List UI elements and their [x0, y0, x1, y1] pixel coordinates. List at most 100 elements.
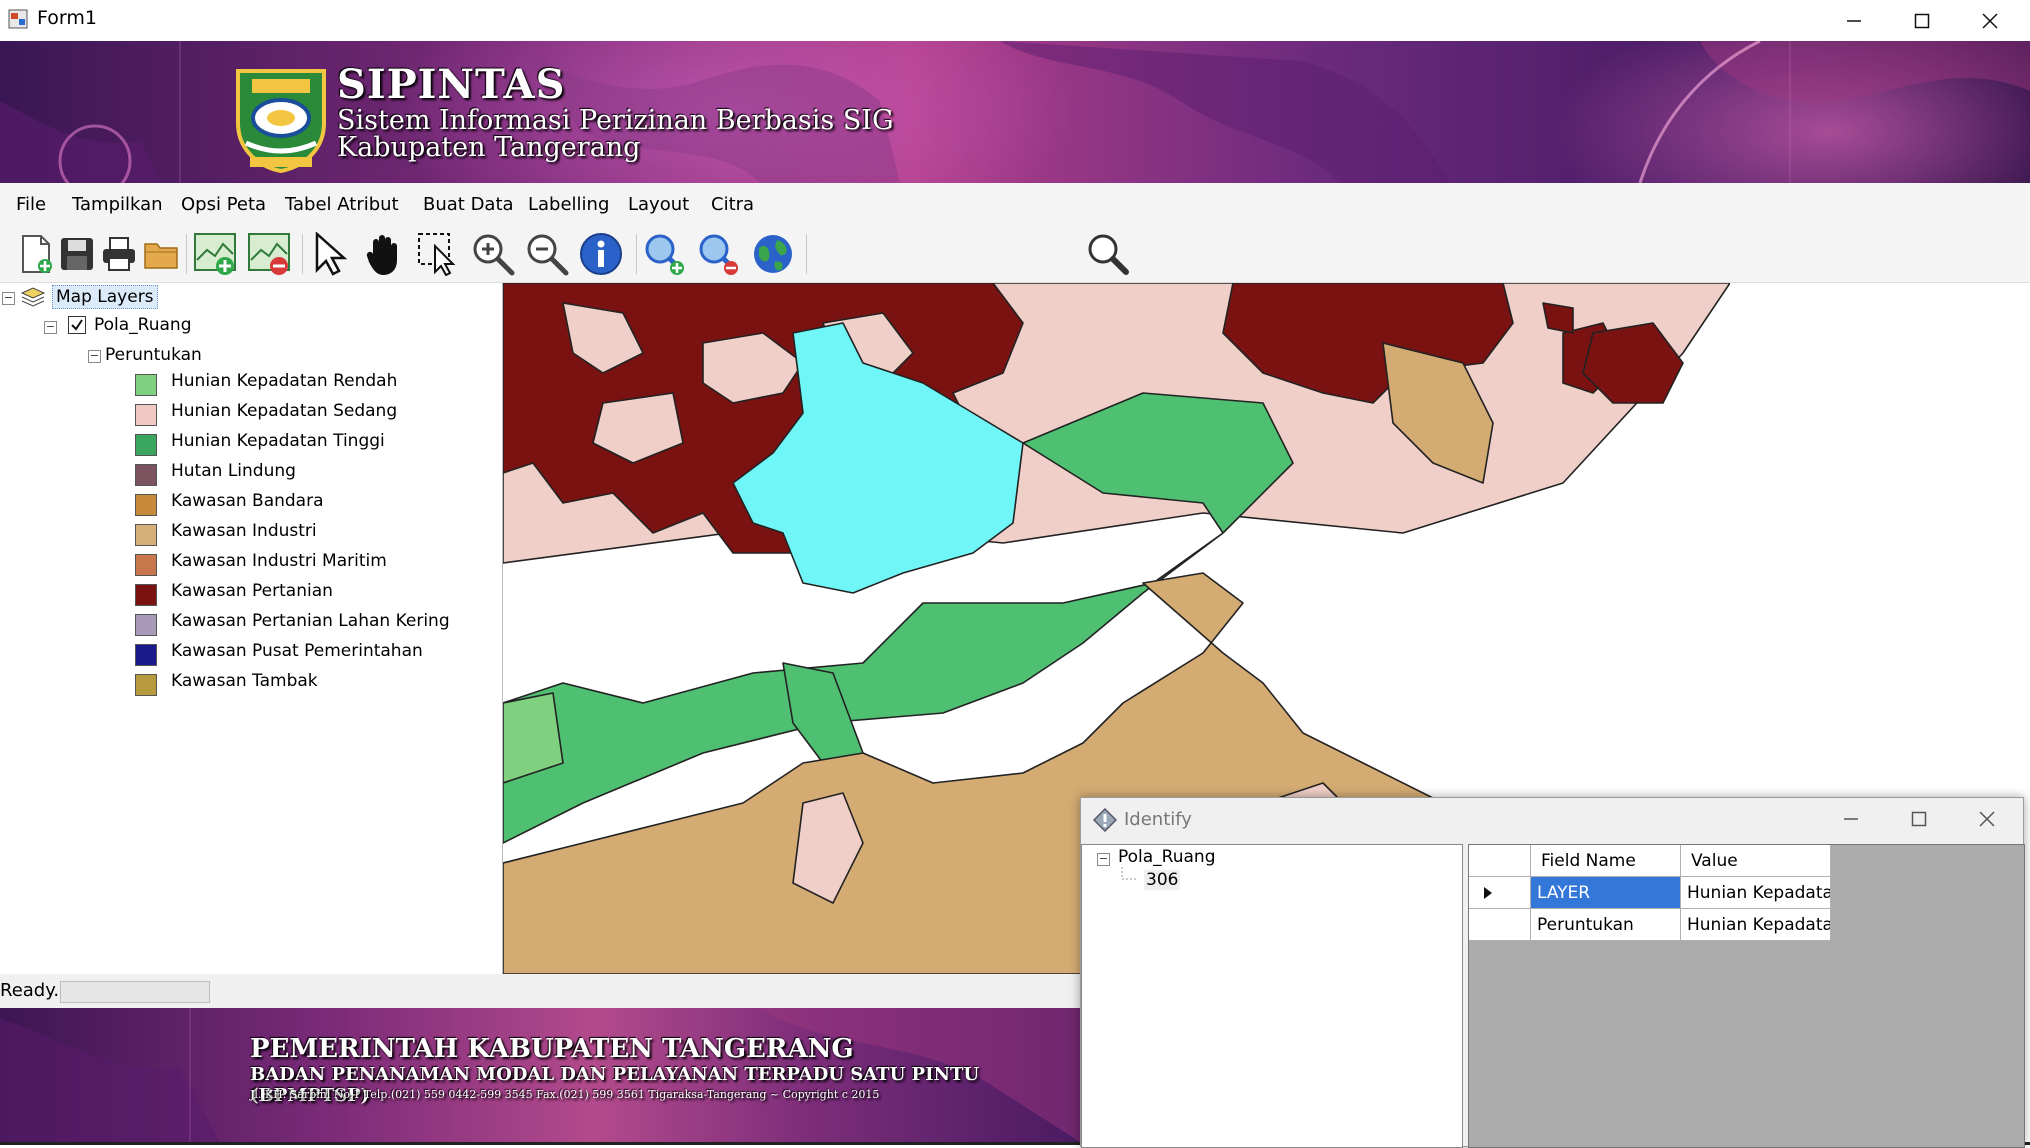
menu-bar: File Tampilkan Opsi Peta Tabel Atribut B… [0, 183, 2030, 226]
app-form-icon [8, 9, 28, 29]
full-extent-globe-icon[interactable] [750, 231, 796, 277]
collapse-field[interactable]: − [88, 350, 101, 363]
window-title: Form1 [37, 7, 97, 29]
legend-swatch[interactable] [135, 554, 157, 576]
menu-tampilkan[interactable]: Tampilkan [64, 183, 171, 226]
collapse-identify-layer[interactable]: − [1097, 853, 1110, 866]
minimize-icon[interactable] [1820, 0, 1888, 41]
menu-layout[interactable]: Layout [620, 183, 697, 226]
select-arrow-icon[interactable] [308, 231, 354, 277]
footer-line-1: PEMERINTAH KABUPATEN TANGERANG [250, 1034, 854, 1064]
window-titlebar: Form1 [0, 0, 2030, 41]
tree-connector [1121, 867, 1138, 880]
print-icon[interactable] [96, 231, 142, 277]
menu-buat-data[interactable]: Buat Data [415, 183, 522, 226]
remove-layer-icon[interactable] [246, 231, 292, 277]
header-banner: SIPINTAS Sistem Informasi Perizinan Berb… [0, 41, 2030, 183]
legend-swatch[interactable] [135, 644, 157, 666]
zoom-in-icon[interactable] [470, 231, 516, 277]
zoom-in-fixed-icon[interactable] [642, 231, 688, 277]
legend-swatch[interactable] [135, 374, 157, 396]
legend-label: Kawasan Tambak [171, 671, 318, 691]
grid-row-selector[interactable] [1469, 909, 1531, 941]
identify-layer-node[interactable]: Pola_Ruang [1118, 847, 1216, 867]
grid-cell-value[interactable]: Hunian Kepadata... [1681, 877, 1831, 909]
identify-close-icon[interactable] [1953, 798, 2021, 839]
identify-minimize-icon[interactable] [1817, 798, 1885, 839]
add-layer-icon[interactable] [192, 231, 238, 277]
grid-corner [1469, 845, 1531, 877]
maximize-icon[interactable] [1888, 0, 1956, 41]
identify-diamond-icon [1092, 807, 1118, 837]
menu-labelling[interactable]: Labelling [520, 183, 617, 226]
legend-swatch[interactable] [135, 584, 157, 606]
pan-hand-icon[interactable] [362, 231, 408, 277]
info-icon[interactable] [578, 231, 624, 277]
grid-header-value[interactable]: Value [1681, 845, 1831, 877]
identify-feature-node[interactable]: 306 [1144, 870, 1181, 890]
toolbar-separator [186, 234, 187, 274]
legend-label: Hunian Kepadatan Rendah [171, 371, 398, 391]
status-progress-bar [60, 981, 210, 1003]
grid-header-field[interactable]: Field Name [1531, 845, 1681, 877]
legend-label: Kawasan Bandara [171, 491, 324, 511]
kabupaten-tangerang-crest [232, 63, 330, 178]
layers-stack-icon [20, 286, 46, 313]
map-layers-root[interactable]: Map Layers [52, 285, 158, 309]
layer-field-name: Peruntukan [105, 345, 202, 365]
new-file-icon[interactable] [12, 231, 58, 277]
status-bar: Ready. [0, 974, 1080, 1008]
open-folder-icon[interactable] [138, 231, 184, 277]
zoom-out-fixed-icon[interactable] [696, 231, 742, 277]
identify-title: Identify [1124, 809, 1192, 830]
app-brand-title: SIPINTAS [337, 61, 566, 108]
legend-label: Hutan Lindung [171, 461, 296, 481]
layer-name[interactable]: Pola_Ruang [94, 315, 192, 335]
legend-swatch[interactable] [135, 464, 157, 486]
legend-label: Kawasan Industri [171, 521, 317, 541]
grid-cell-field[interactable]: LAYER [1531, 877, 1681, 909]
menu-opsi-peta[interactable]: Opsi Peta [173, 183, 274, 226]
grid-row-selector[interactable] [1469, 877, 1531, 909]
map-zone-pertanian [1542, 302, 1574, 334]
identify-attribute-grid: Field Name Value LAYER Hunian Kepadata..… [1468, 844, 2025, 1148]
zoom-out-icon[interactable] [524, 231, 570, 277]
toolbar-separator [636, 234, 637, 274]
legend-label: Kawasan Pertanian Lahan Kering [171, 611, 450, 631]
grid-cell-field[interactable]: Peruntukan [1531, 909, 1681, 941]
app-brand-region: Kabupaten Tangerang [337, 132, 641, 163]
legend-swatch[interactable] [135, 404, 157, 426]
menu-tabel-atribut[interactable]: Tabel Atribut [277, 183, 407, 226]
select-box-icon[interactable] [416, 231, 462, 277]
close-icon[interactable] [1956, 0, 2024, 41]
save-icon[interactable] [54, 231, 100, 277]
grid-cell-value[interactable]: Hunian Kepadata... [1681, 909, 1831, 941]
menu-file[interactable]: File [8, 183, 54, 226]
menu-citra[interactable]: Citra [703, 183, 762, 226]
status-text: Ready. [0, 980, 60, 1001]
toolbar-separator [806, 234, 807, 274]
legend-swatch[interactable] [135, 674, 157, 696]
legend-swatch[interactable] [135, 434, 157, 456]
identify-feature-tree: − Pola_Ruang 306 [1081, 844, 1463, 1148]
footer-line-3: Jl. KH. Sarbini No.1 Telp.(021) 559 0442… [250, 1088, 880, 1101]
toolbar-separator [302, 234, 303, 274]
legend-swatch[interactable] [135, 614, 157, 636]
collapse-layer[interactable]: − [44, 321, 57, 334]
footer-banner: PEMERINTAH KABUPATEN TANGERANG BADAN PEN… [0, 1008, 1080, 1142]
toolbar [0, 226, 2030, 283]
legend-label: Kawasan Pusat Pemerintahan [171, 641, 423, 661]
row-pointer-icon [1484, 887, 1492, 899]
identify-window: Identify − Pola_Ruang 306 Field Name Val… [1080, 797, 2025, 1148]
layer-visibility-checkbox[interactable] [68, 316, 86, 334]
legend-label: Kawasan Pertanian [171, 581, 333, 601]
layer-tree-panel: − Map Layers − Pola_Ruang − Peruntukan H… [0, 283, 503, 974]
legend-label: Hunian Kepadatan Tinggi [171, 431, 385, 451]
identify-maximize-icon[interactable] [1885, 798, 1953, 839]
search-input[interactable] [810, 238, 1084, 272]
legend-label: Kawasan Industri Maritim [171, 551, 387, 571]
legend-swatch[interactable] [135, 524, 157, 546]
search-icon[interactable] [1085, 231, 1131, 277]
legend-swatch[interactable] [135, 494, 157, 516]
collapse-map-layers[interactable]: − [2, 292, 15, 305]
